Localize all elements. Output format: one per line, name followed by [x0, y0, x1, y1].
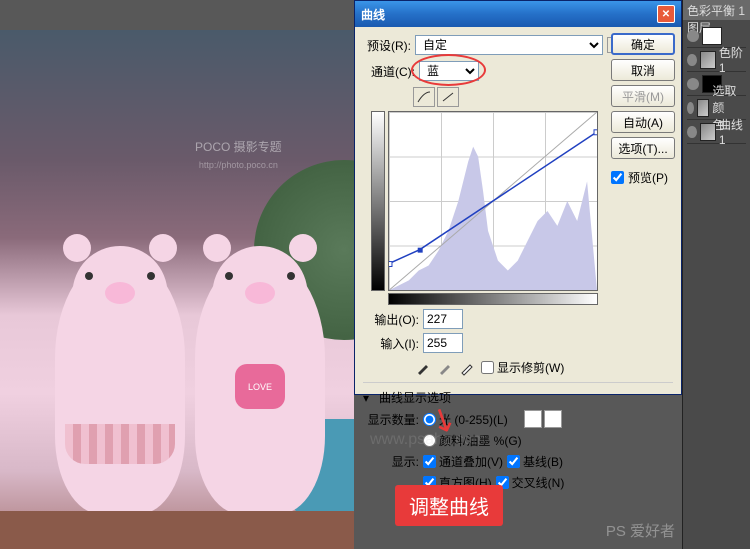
show-label: 显示:	[363, 453, 419, 470]
grid-fine-icon[interactable]	[544, 410, 562, 428]
smooth-button: 平滑(M)	[611, 85, 675, 107]
curves-dialog: 曲线 ✕ 预设(R): 自定 ≡ 通道(C): 蓝	[354, 0, 682, 395]
pig-skirt	[65, 424, 175, 464]
visibility-icon[interactable]	[687, 54, 697, 66]
channel-label: 通道(C):	[367, 63, 415, 80]
pig-heart: LOVE	[235, 364, 285, 409]
watermark-main: POCO 摄影专题	[195, 140, 282, 156]
layer-thumb	[700, 123, 716, 141]
show-clipping-checkbox[interactable]: 显示修剪(W)	[481, 359, 564, 376]
channel-select[interactable]: 蓝	[419, 61, 479, 81]
eyedropper-gray-icon[interactable]	[437, 360, 453, 376]
layers-panel: 色彩平衡 1 图层 色阶 1 选取颜色... 曲线 1	[682, 0, 750, 549]
pencil-tool-icon[interactable]	[437, 87, 459, 107]
options-button[interactable]: 选项(T)...	[611, 137, 675, 159]
ok-button[interactable]: 确定	[611, 33, 675, 55]
overlay-checkbox[interactable]: 通道叠加(V)	[423, 453, 503, 470]
output-label: 输出(O):	[371, 311, 419, 328]
layer-thumb	[702, 27, 722, 45]
visibility-icon[interactable]	[687, 30, 699, 42]
site-watermark: PS 爱好者	[606, 520, 675, 541]
layer-row[interactable]: 色阶 1	[687, 48, 746, 72]
auto-button[interactable]: 自动(A)	[611, 111, 675, 133]
photo-watermark: POCO 摄影专题 http://photo.poco.cn	[195, 140, 282, 172]
baseline-checkbox[interactable]: 基线(B)	[507, 453, 563, 470]
curve-tool-icon[interactable]	[413, 87, 435, 107]
watermark-sub: http://photo.poco.cn	[199, 160, 278, 170]
chevron-down-icon[interactable]: ▾	[363, 391, 375, 405]
visibility-icon[interactable]	[687, 126, 697, 138]
url-watermark: www.psahz.com	[370, 431, 486, 449]
close-icon[interactable]: ✕	[657, 5, 675, 23]
input-gradient	[388, 293, 598, 305]
output-gradient	[371, 111, 385, 291]
output-field[interactable]	[423, 309, 463, 329]
grid-coarse-icon[interactable]	[524, 410, 542, 428]
shelf	[0, 511, 354, 549]
visibility-icon[interactable]	[687, 78, 699, 90]
intersection-checkbox[interactable]: 交叉线(N)	[496, 474, 565, 491]
eyedropper-black-icon[interactable]	[415, 360, 431, 376]
pig-figurine-left	[55, 254, 185, 514]
visibility-icon[interactable]	[687, 102, 694, 114]
input-field[interactable]	[423, 333, 463, 353]
dialog-titlebar[interactable]: 曲线 ✕	[355, 1, 681, 27]
edited-photo: POCO 摄影专题 http://photo.poco.cn LOVE	[0, 30, 354, 549]
pig-figurine-right: LOVE	[195, 254, 325, 514]
preset-select[interactable]: 自定	[415, 35, 603, 55]
layer-thumb	[700, 51, 716, 69]
eyedropper-white-icon[interactable]	[459, 360, 475, 376]
cancel-button[interactable]: 取消	[611, 59, 675, 81]
panel-tab[interactable]: 色彩平衡 1 图层	[683, 0, 750, 20]
layer-thumb	[697, 99, 709, 117]
input-label: 输入(I):	[371, 335, 419, 352]
amount-label: 显示数量:	[363, 411, 419, 428]
curves-graph[interactable]	[388, 111, 598, 291]
dialog-title: 曲线	[361, 6, 385, 23]
preview-checkbox[interactable]: 预览(P)	[611, 169, 675, 186]
curve-line	[389, 112, 597, 290]
preset-label: 预设(R):	[363, 37, 411, 54]
annotation-callout: 调整曲线	[395, 485, 503, 526]
